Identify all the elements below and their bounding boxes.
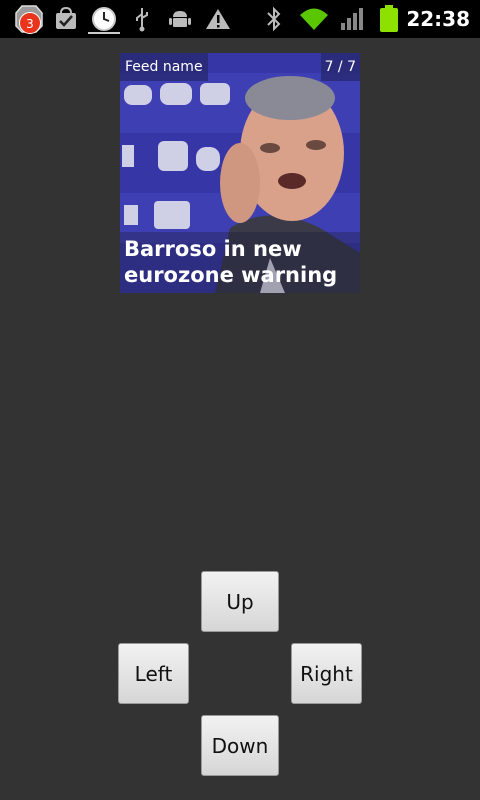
- news-widget[interactable]: Feed name 7 / 7 Barroso in new eurozone …: [120, 53, 360, 293]
- android-debug-icon: [166, 0, 194, 38]
- wifi-icon: [296, 0, 332, 38]
- up-button[interactable]: Up: [201, 571, 279, 632]
- usb-icon: [130, 0, 154, 38]
- task-check-icon: [52, 0, 80, 38]
- clock-underline: [88, 32, 120, 34]
- right-button[interactable]: Right: [291, 643, 362, 704]
- notification-badge-icon: 3: [19, 12, 41, 34]
- down-button[interactable]: Down: [201, 715, 279, 776]
- status-time: 22:38: [406, 7, 470, 31]
- item-counter: 7 / 7: [320, 53, 360, 81]
- feed-name-label: Feed name: [120, 53, 208, 81]
- status-bar: 3 22:38: [0, 0, 480, 38]
- left-button[interactable]: Left: [118, 643, 189, 704]
- battery-icon: [376, 0, 402, 38]
- warning-icon: [204, 0, 232, 38]
- news-headline[interactable]: Barroso in new eurozone warning: [120, 232, 360, 293]
- signal-icon: [338, 0, 366, 38]
- bluetooth-icon: [262, 0, 286, 38]
